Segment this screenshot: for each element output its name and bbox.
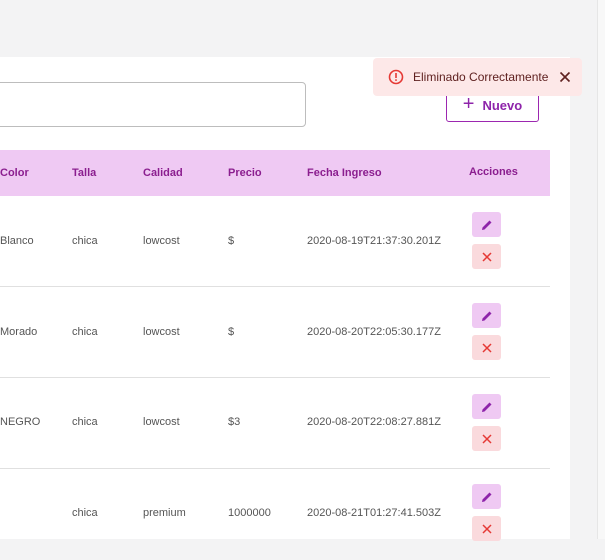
cell-color: Blanco xyxy=(0,235,34,247)
cell-precio: $ xyxy=(228,235,235,247)
cell-fecha: 2020-08-20T22:05:30.177Z xyxy=(307,326,441,338)
header-fecha-ingreso: Fecha Ingreso xyxy=(307,167,382,179)
cell-calidad: lowcost xyxy=(143,235,180,247)
pencil-icon xyxy=(481,492,491,502)
cell-precio: $ xyxy=(228,326,235,338)
close-icon xyxy=(481,433,492,444)
pencil-icon xyxy=(481,402,491,412)
pencil-icon xyxy=(481,311,491,321)
close-icon xyxy=(481,342,492,353)
error-outline-icon xyxy=(388,69,404,85)
cell-talla: chica xyxy=(72,507,98,519)
edit-button[interactable] xyxy=(472,484,501,509)
table-row: NEGRO chica lowcost $3 2020-08-20T22:08:… xyxy=(0,378,550,469)
plus-icon: + xyxy=(462,93,475,115)
edit-button[interactable] xyxy=(472,394,501,419)
cell-calidad: premium xyxy=(143,507,186,519)
page: + Nuevo Eliminado Correctamente Color Ta… xyxy=(0,0,605,541)
cell-talla: chica xyxy=(72,235,98,247)
delete-button[interactable] xyxy=(472,516,501,541)
delete-button[interactable] xyxy=(472,244,501,269)
close-icon xyxy=(559,71,571,83)
close-icon xyxy=(481,523,492,534)
cell-calidad: lowcost xyxy=(143,326,180,338)
table-row: Morado chica lowcost $ 2020-08-20T22:05:… xyxy=(0,287,550,378)
search-input[interactable] xyxy=(0,82,306,127)
edit-button[interactable] xyxy=(472,303,501,328)
header-acciones: Acciones xyxy=(469,166,518,178)
header-color: Color xyxy=(0,167,29,179)
cell-color: Morado xyxy=(0,326,38,338)
toast-notification: Eliminado Correctamente xyxy=(373,58,582,96)
new-button-label: Nuevo xyxy=(482,97,523,113)
scrollbar[interactable] xyxy=(597,0,605,539)
toast-close-button[interactable] xyxy=(556,68,574,86)
cell-talla: chica xyxy=(72,326,98,338)
header-talla: Talla xyxy=(72,167,97,179)
cell-fecha: 2020-08-20T22:08:27.881Z xyxy=(307,416,441,428)
table-row: chica premium 1000000 2020-08-21T01:27:4… xyxy=(0,469,550,560)
header-calidad: Calidad xyxy=(143,167,183,179)
cell-precio: $3 xyxy=(228,416,241,428)
toast-message: Eliminado Correctamente xyxy=(413,70,549,84)
delete-button[interactable] xyxy=(472,426,501,451)
cell-precio: 1000000 xyxy=(228,507,271,519)
pencil-icon xyxy=(481,220,491,230)
edit-button[interactable] xyxy=(472,212,501,237)
cell-talla: chica xyxy=(72,416,98,428)
delete-button[interactable] xyxy=(472,335,501,360)
header-precio: Precio xyxy=(228,167,262,179)
cell-fecha: 2020-08-21T01:27:41.503Z xyxy=(307,507,441,519)
table-header: Color Talla Calidad Precio Fecha Ingreso… xyxy=(0,150,550,196)
cell-calidad: lowcost xyxy=(143,416,180,428)
cell-fecha: 2020-08-19T21:37:30.201Z xyxy=(307,235,441,247)
close-icon xyxy=(481,251,492,262)
table-row: Blanco chica lowcost $ 2020-08-19T21:37:… xyxy=(0,196,550,287)
cell-color: NEGRO xyxy=(0,416,41,428)
